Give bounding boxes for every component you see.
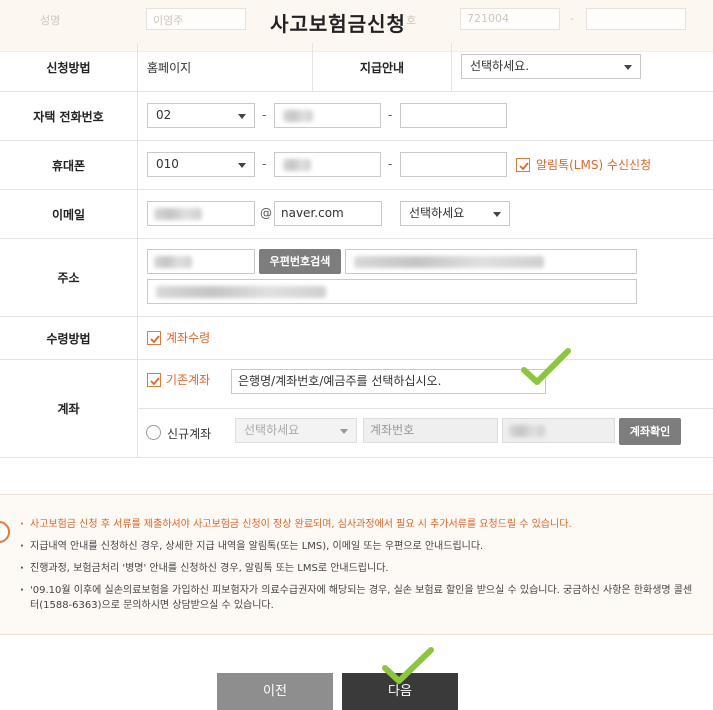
chevron-down-icon	[624, 65, 632, 70]
row-home-phone: 자택 전화번호 02 - -	[0, 92, 713, 141]
new-account-number-input[interactable]: 계좌번호	[363, 418, 498, 443]
redacted-text	[283, 159, 311, 171]
notice-box: 사고보험금 신청 후 서류를 제출하셔야 사고보험금 신청이 정상 완료되며, …	[0, 494, 713, 635]
mobile-prefix-select[interactable]: 010	[147, 152, 255, 177]
info-circle-icon	[0, 521, 10, 543]
page-title: 사고보험금신청	[270, 12, 406, 36]
row-receive-method: 수령방법 계좌수령	[0, 317, 713, 360]
existing-account-value: 은행명/계좌번호/예금주를 선택하십시오.	[238, 374, 442, 388]
existing-account-checkbox[interactable]	[147, 373, 161, 387]
green-check-icon	[521, 348, 571, 385]
new-account-bank-select[interactable]: 선택하세요	[235, 418, 357, 443]
account-label: 계좌	[0, 360, 138, 457]
new-account-bank-value: 선택하세요	[244, 423, 300, 437]
zipcode-input[interactable]	[147, 249, 255, 274]
redacted-text	[354, 256, 544, 268]
chevron-down-icon	[238, 163, 246, 168]
payment-notice-label: 지급안내	[312, 43, 452, 91]
row-account: 계좌 기존계좌 은행명/계좌번호/예금주를 선택하십시오. 신규계좌 선택하세요…	[0, 360, 713, 458]
email-domain-input[interactable]: naver.com	[274, 201, 382, 226]
address-label: 주소	[0, 239, 138, 316]
check-icon	[150, 377, 160, 386]
mobile-label: 휴대폰	[0, 141, 138, 189]
dash: -	[262, 108, 267, 122]
zipcode-search-button[interactable]: 우편번호검색	[259, 249, 341, 274]
existing-account-row: 기존계좌 은행명/계좌번호/예금주를 선택하십시오.	[138, 360, 713, 409]
home-phone-label: 자택 전화번호	[0, 92, 138, 140]
new-account-row: 신규계좌 선택하세요 계좌번호 계좌확인	[138, 409, 713, 457]
green-check-icon	[382, 647, 434, 684]
existing-account-label[interactable]: 기존계좌	[166, 371, 210, 388]
row-mobile: 휴대폰 010 - - 알림톡(LMS) 수신신청	[0, 141, 713, 190]
prev-button[interactable]: 이전	[217, 673, 333, 710]
home-phone-area-value: 02	[156, 108, 172, 122]
redacted-text	[509, 425, 545, 437]
at-sign: @	[260, 206, 272, 220]
redacted-text	[156, 286, 326, 298]
apply-method-label: 신청방법	[0, 43, 138, 91]
payment-notice-select[interactable]: 선택하세요.	[461, 54, 641, 79]
mobile-last-input[interactable]	[400, 152, 507, 177]
mobile-middle-input[interactable]	[274, 152, 381, 177]
apply-method-value: 홈페이지	[147, 61, 192, 75]
home-phone-last-input[interactable]	[400, 103, 507, 128]
chevron-down-icon	[238, 114, 246, 119]
dash: -	[262, 157, 267, 171]
alimtalk-checkbox[interactable]	[516, 158, 530, 172]
row-apply-method: 신청방법 홈페이지 지급안내 선택하세요.	[0, 43, 713, 92]
mobile-prefix-value: 010	[156, 157, 179, 171]
home-phone-area-select[interactable]: 02	[147, 103, 255, 128]
alimtalk-label[interactable]: 알림톡(LMS) 수신신청	[536, 156, 651, 173]
address-detail-input[interactable]	[147, 279, 637, 304]
notice-list: 사고보험금 신청 후 서류를 제출하셔야 사고보험금 신청이 정상 완료되며, …	[20, 517, 700, 620]
address-main-input[interactable]	[345, 249, 637, 274]
account-receive-label[interactable]: 계좌수령	[166, 329, 210, 346]
new-account-label[interactable]: 신규계좌	[167, 425, 211, 442]
email-id-input[interactable]	[147, 201, 255, 226]
email-label: 이메일	[0, 190, 138, 238]
home-phone-middle-input[interactable]	[274, 103, 381, 128]
notice-item: 사고보험금 신청 후 서류를 제출하셔야 사고보험금 신청이 정상 완료되며, …	[20, 517, 700, 532]
new-account-radio[interactable]	[146, 425, 161, 440]
redacted-text	[154, 256, 192, 268]
notice-item: 진행과정, 보험금처리 '병명' 안내를 신청하신 경우, 알림톡 또는 LMS…	[20, 561, 700, 576]
redacted-text	[154, 208, 202, 220]
account-verify-button[interactable]: 계좌확인	[619, 418, 681, 445]
dash: -	[388, 108, 393, 122]
new-account-holder-input[interactable]	[502, 418, 615, 443]
chevron-down-icon	[493, 212, 501, 217]
chevron-down-icon	[340, 429, 348, 434]
receive-method-label: 수령방법	[0, 317, 138, 359]
email-domain-select-value: 선택하세요	[409, 206, 465, 220]
payment-notice-select-value: 선택하세요.	[470, 59, 530, 73]
row-address: 주소 우편번호검색	[0, 239, 713, 317]
check-icon	[150, 335, 160, 344]
check-icon	[519, 162, 529, 171]
notice-item: 지급내역 안내를 신청하신 경우, 상세한 지급 내역을 알림톡(또는 LMS)…	[20, 539, 700, 554]
new-account-number-placeholder: 계좌번호	[370, 423, 415, 437]
row-email: 이메일 @ naver.com 선택하세요	[0, 190, 713, 239]
notice-item: '09.10월 이후에 실손의료보험을 가입하신 피보험자가 의료수급권자에 해…	[20, 583, 700, 613]
email-domain-select[interactable]: 선택하세요	[400, 201, 510, 226]
redacted-text	[283, 110, 313, 122]
email-domain-value: naver.com	[281, 206, 344, 220]
account-receive-checkbox[interactable]	[147, 331, 161, 345]
dash: -	[388, 157, 393, 171]
existing-account-select[interactable]: 은행명/계좌번호/예금주를 선택하십시오.	[231, 369, 546, 394]
